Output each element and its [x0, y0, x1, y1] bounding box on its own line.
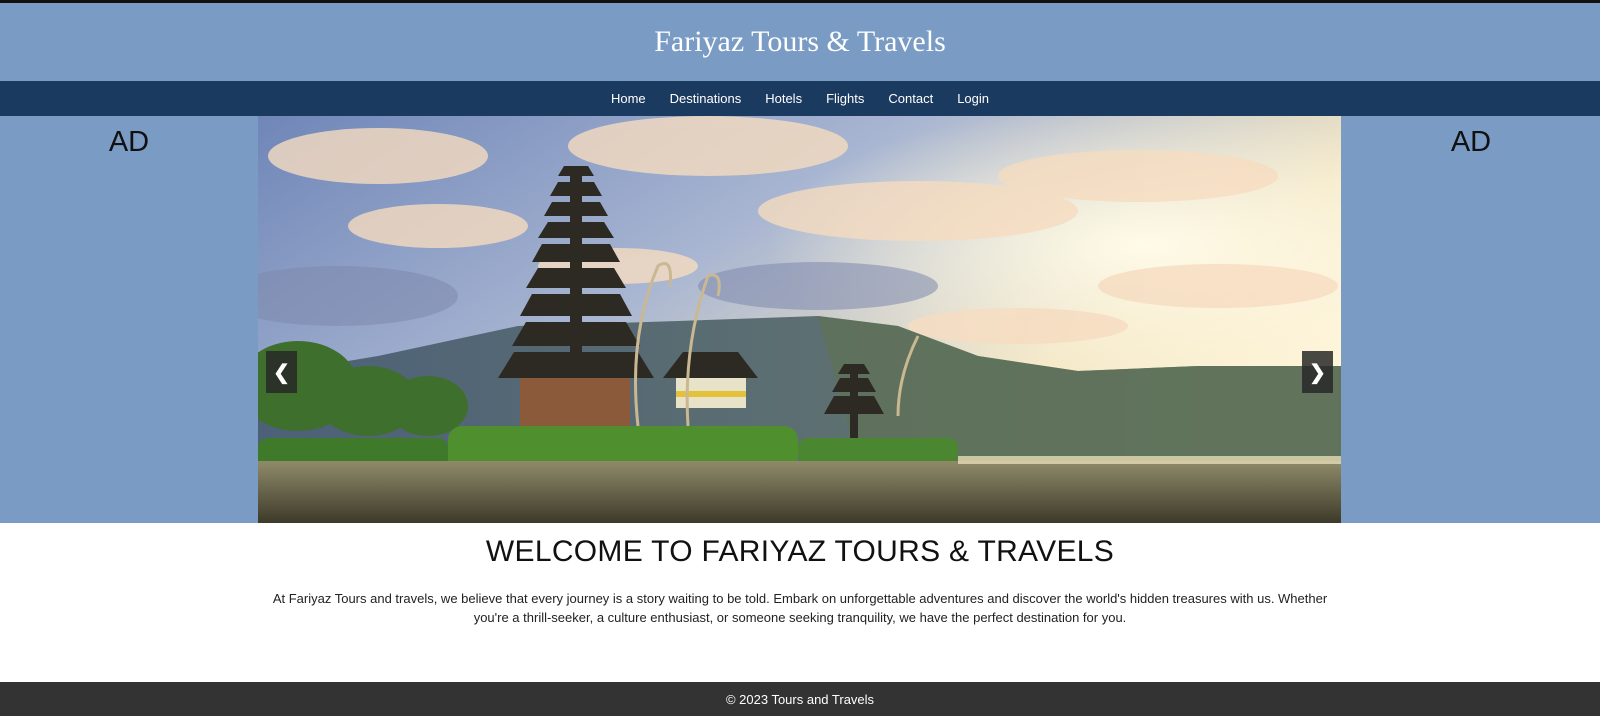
site-title: Fariyaz Tours & Travels [654, 25, 946, 58]
temple-landscape-image [258, 116, 1341, 523]
welcome-section: WELCOME TO FARIYAZ TOURS & TRAVELS At Fa… [0, 523, 1600, 683]
slider-next-button[interactable]: ❯ [1302, 351, 1333, 393]
right-ad: AD [1450, 126, 1492, 158]
left-ad: AD [108, 126, 150, 158]
welcome-text: At Fariyaz Tours and travels, we believe… [272, 591, 1328, 625]
footer-copyright: © 2023 Tours and Travels [725, 691, 875, 707]
welcome-heading: WELCOME TO FARIYAZ TOURS & TRAVELS [485, 535, 1115, 568]
site-footer: © 2023 Tours and Travels [0, 682, 1600, 716]
slider-prev-button[interactable]: ❮ [266, 351, 297, 393]
main-nav: Home Destinations Hotels Flights Contact… [0, 81, 1600, 116]
nav-login-link[interactable]: Login [957, 91, 989, 106]
nav-home-link[interactable]: Home [611, 91, 646, 106]
hero-slide-image: ❮ ❯ [258, 116, 1341, 523]
nav-destinations-link[interactable]: Destinations [670, 91, 742, 106]
hero-section: AD ❮ ❯ AD [0, 116, 1600, 523]
nav-flights-link[interactable]: Flights [826, 91, 864, 106]
nav-hotels-link[interactable]: Hotels [765, 91, 802, 106]
nav-contact-link[interactable]: Contact [888, 91, 933, 106]
site-header: Fariyaz Tours & Travels [0, 3, 1600, 81]
